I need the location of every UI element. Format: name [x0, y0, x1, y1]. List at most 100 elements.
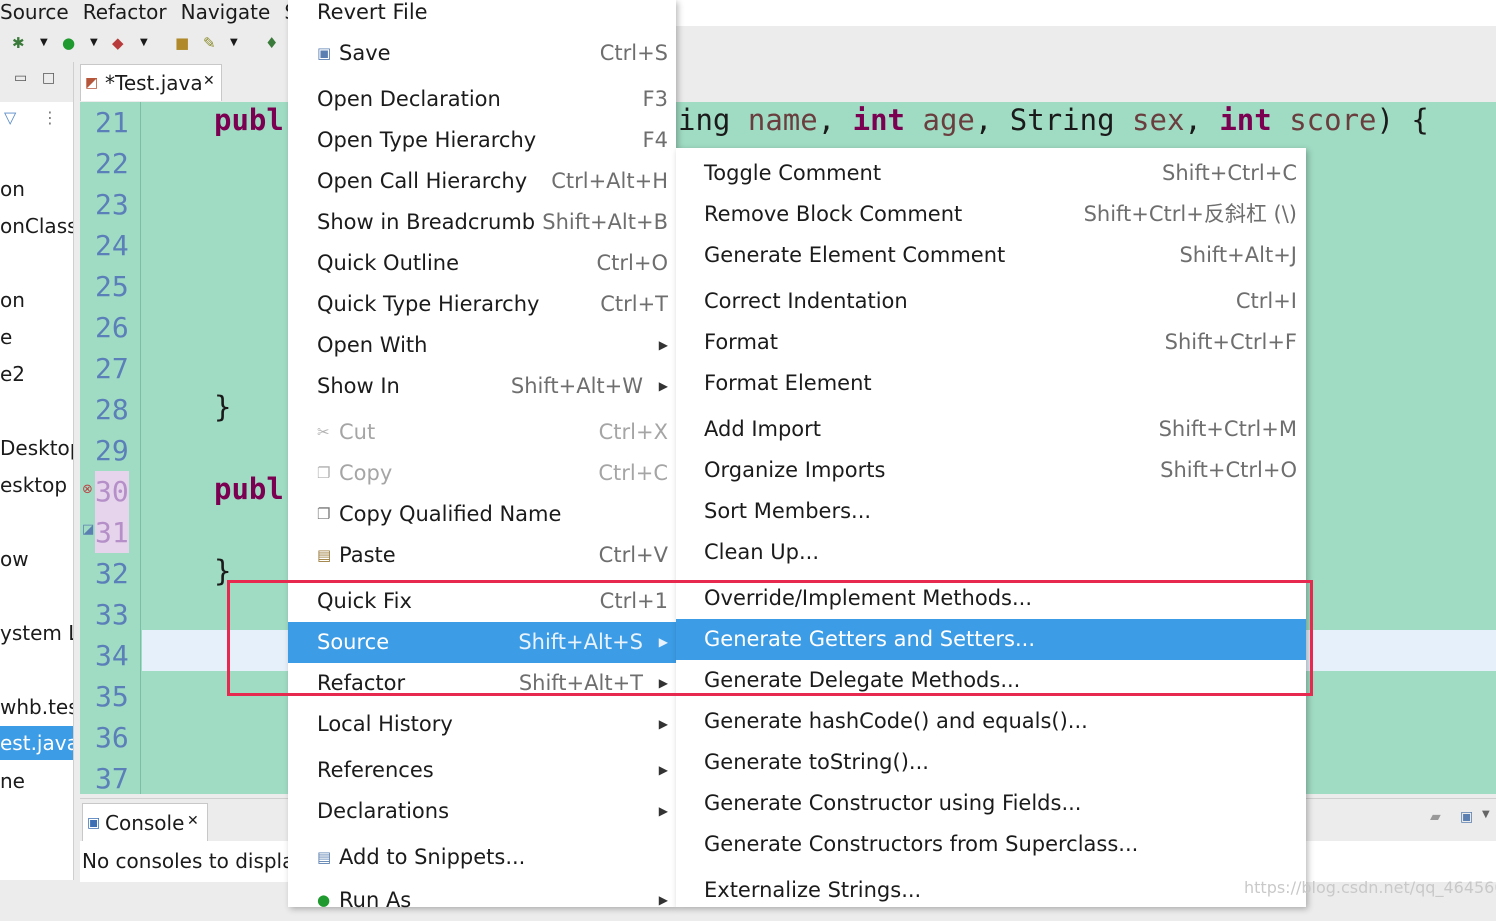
menu-source[interactable]: Source [0, 0, 69, 24]
tree-item[interactable]: ystem Li [0, 620, 73, 646]
tree-item-selected[interactable]: est.java [0, 726, 73, 760]
code-keyword: publ [214, 472, 284, 506]
submenu-item-generate-constructors-superclass[interactable]: Generate Constructors from Superclass... [676, 824, 1306, 865]
tree-item[interactable]: onClass [0, 213, 73, 239]
external-tools-icon[interactable]: ◆ [112, 34, 124, 52]
line-number: 34 [95, 639, 129, 672]
scissors-icon: ✂ [317, 423, 330, 441]
run-icon: ● [317, 891, 331, 909]
close-icon[interactable]: ✕ [203, 63, 215, 99]
filter-icon[interactable]: ▽ [4, 108, 16, 127]
tree-item[interactable]: e2 [0, 361, 25, 387]
tree-item[interactable]: on [0, 287, 25, 313]
submenu-item-generate-element-comment[interactable]: Generate Element Comment Shift+Alt+J [676, 235, 1306, 276]
menu-item-references[interactable]: References ▶ [288, 750, 676, 791]
line-number: 22 [95, 147, 129, 180]
line-number: 25 [95, 270, 129, 303]
explorer-header: ▭ □ [0, 62, 73, 102]
tree-item[interactable]: Desktop [0, 435, 73, 461]
error-marker-icon[interactable]: ⊗ [82, 482, 93, 497]
console-tab-label: Console [105, 811, 185, 835]
tree-item[interactable]: ne [0, 768, 25, 794]
pin-console-icon[interactable]: ▰ [1430, 809, 1441, 825]
tree-item[interactable]: e [0, 324, 12, 350]
warning-marker-icon[interactable]: ◪ [82, 522, 94, 537]
menu-bar: SourceRefactorNavigateSe [0, 0, 300, 24]
run-icon[interactable]: ● [62, 34, 75, 52]
submenu-item-correct-indentation[interactable]: Correct Indentation Ctrl+I [676, 281, 1306, 322]
submenu-item-organize-imports[interactable]: Organize Imports Shift+Ctrl+O [676, 450, 1306, 491]
chevron-right-icon: ▶ [658, 763, 668, 777]
debug-icon[interactable]: ✱ [12, 34, 25, 52]
submenu-item-generate-constructor-fields[interactable]: Generate Constructor using Fields... [676, 783, 1306, 824]
menu-item-local-history[interactable]: Local History ▶ [288, 704, 676, 745]
chevron-right-icon: ▶ [658, 379, 668, 393]
watermark: https://blog.csdn.net/qq_46456049 [1244, 878, 1496, 897]
code-brace: } [214, 554, 232, 588]
menu-item-open-type-hierarchy[interactable]: Open Type Hierarchy F4 [288, 120, 676, 161]
chevron-down-icon[interactable]: ▼ [90, 34, 98, 52]
menu-navigate[interactable]: Navigate [181, 0, 271, 24]
close-icon[interactable]: ✕ [187, 802, 199, 840]
display-console-icon[interactable]: ▣ [1460, 809, 1473, 825]
maximize-icon[interactable]: □ [42, 70, 55, 86]
line-number: 23 [95, 188, 129, 221]
console-tab[interactable]: ▣ Console ✕ [82, 803, 208, 842]
submenu-item-remove-block-comment[interactable]: Remove Block Comment Shift+Ctrl+反斜杠 (\) [676, 194, 1306, 235]
pin-icon[interactable]: ♦ [265, 34, 278, 52]
submenu-item-override-implement-methods[interactable]: Override/Implement Methods... [676, 578, 1306, 619]
menu-item-save[interactable]: ▣ Save Ctrl+S [288, 33, 676, 74]
menu-item-run-as[interactable]: ● Run As ▶ [288, 880, 676, 921]
open-type-icon[interactable]: ■ [175, 34, 189, 52]
submenu-item-externalize-strings[interactable]: Externalize Strings... [676, 870, 1306, 911]
chevron-down-icon[interactable]: ▼ [140, 34, 148, 52]
menu-item-paste[interactable]: ▤ Paste Ctrl+V [288, 535, 676, 576]
menu-item-refactor[interactable]: Refactor Shift+Alt+T ▶ [288, 663, 676, 704]
snippet-icon: ▤ [317, 848, 332, 866]
code-param: age [922, 103, 975, 137]
menu-item-copy[interactable]: ❐ Copy Ctrl+C [288, 453, 676, 494]
chevron-down-icon[interactable]: ▼ [40, 34, 48, 52]
view-menu-icon[interactable]: ⋮ [42, 108, 58, 127]
submenu-item-generate-hashcode-equals[interactable]: Generate hashCode() and equals()... [676, 701, 1306, 742]
tree-item[interactable]: esktop [0, 472, 67, 498]
menu-item-quick-type-hierarchy[interactable]: Quick Type Hierarchy Ctrl+T [288, 284, 676, 325]
search-tool-icon[interactable]: ✎ [203, 34, 216, 52]
submenu-item-clean-up[interactable]: Clean Up... [676, 532, 1306, 573]
submenu-item-format[interactable]: Format Shift+Ctrl+F [676, 322, 1306, 363]
tree-item[interactable]: on [0, 176, 25, 202]
menu-item-show-in-breadcrumb[interactable]: Show in Breadcrumb Shift+Alt+B [288, 202, 676, 243]
submenu-item-generate-tostring[interactable]: Generate toString()... [676, 742, 1306, 783]
java-file-icon: ◩ [85, 75, 99, 91]
chevron-right-icon: ▶ [658, 804, 668, 818]
chevron-down-icon[interactable]: ▼ [230, 34, 238, 52]
menu-item-copy-qualified-name[interactable]: ❐ Copy Qualified Name [288, 494, 676, 535]
submenu-item-format-element[interactable]: Format Element [676, 363, 1306, 404]
menu-item-quick-outline[interactable]: Quick Outline Ctrl+O [288, 243, 676, 284]
submenu-item-generate-getters-setters[interactable]: Generate Getters and Setters... [676, 619, 1306, 660]
submenu-item-generate-delegate-methods[interactable]: Generate Delegate Methods... [676, 660, 1306, 701]
tree-item[interactable]: whb.test [0, 694, 73, 720]
submenu-item-add-import[interactable]: Add Import Shift+Ctrl+M [676, 409, 1306, 450]
submenu-item-sort-members[interactable]: Sort Members... [676, 491, 1306, 532]
editor-tab-test-java[interactable]: ◩ *Test.java ✕ [80, 64, 222, 101]
menu-item-declarations[interactable]: Declarations ▶ [288, 791, 676, 832]
minimize-icon[interactable]: ▭ [14, 70, 27, 86]
menu-item-quick-fix[interactable]: Quick Fix Ctrl+1 [288, 581, 676, 622]
menu-item-open-with[interactable]: Open With ▶ [288, 325, 676, 366]
submenu-item-toggle-comment[interactable]: Toggle Comment Shift+Ctrl+C [676, 153, 1306, 194]
menu-item-show-in[interactable]: Show In Shift+Alt+W ▶ [288, 366, 676, 407]
tree-item[interactable]: ow [0, 546, 29, 572]
chevron-right-icon: ▶ [658, 893, 668, 907]
menu-item-revert-file[interactable]: Revert File [288, 0, 676, 33]
menu-item-cut[interactable]: ✂ Cut Ctrl+X [288, 412, 676, 453]
menu-item-open-declaration[interactable]: Open Declaration F3 [288, 79, 676, 120]
menu-item-source[interactable]: Source Shift+Alt+S ▶ [288, 622, 676, 663]
menu-item-add-to-snippets[interactable]: ▤ Add to Snippets... [288, 837, 676, 878]
code-fragment: ing [678, 103, 731, 137]
menu-refactor[interactable]: Refactor [83, 0, 167, 24]
chevron-right-icon: ▶ [658, 676, 668, 690]
menu-item-open-call-hierarchy[interactable]: Open Call Hierarchy Ctrl+Alt+H [288, 161, 676, 202]
chevron-down-icon[interactable]: ▼ [1482, 809, 1490, 820]
console-icon: ▣ [87, 815, 101, 831]
